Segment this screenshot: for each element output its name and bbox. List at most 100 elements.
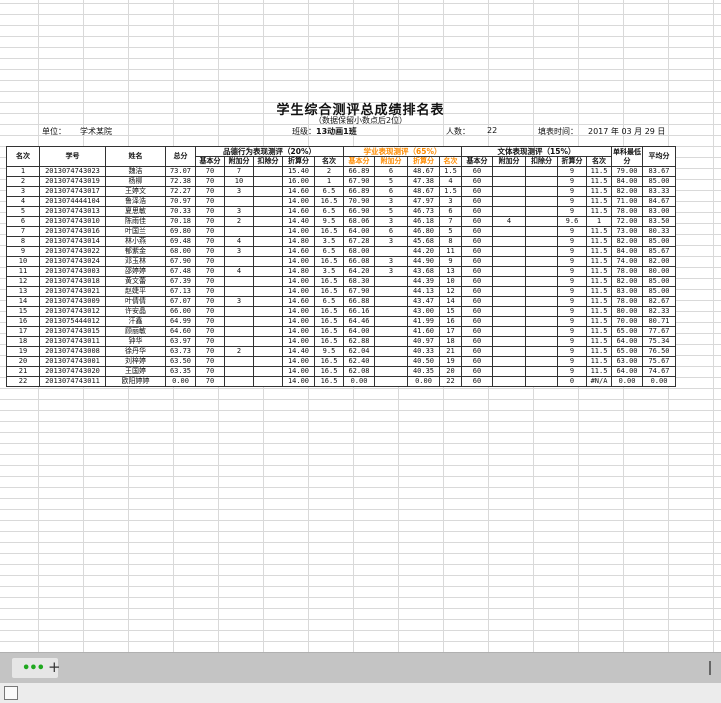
cell-study-bonus[interactable] — [374, 336, 408, 347]
cell-conduct-converted[interactable]: 14.40 — [282, 216, 315, 227]
cell-conduct-rank[interactable]: 16.5 — [314, 286, 344, 297]
cell-conduct-bonus[interactable] — [224, 276, 254, 287]
cell-sport-bonus[interactable] — [492, 246, 526, 257]
cell-average[interactable]: 84.67 — [642, 196, 676, 207]
cell-sport-base[interactable]: 60 — [461, 196, 493, 207]
cell-conduct-converted[interactable]: 14.00 — [282, 256, 315, 267]
cell-sport-base[interactable]: 60 — [461, 336, 493, 347]
cell-sport-converted[interactable]: 9 — [557, 206, 587, 217]
cell-single-low[interactable]: 82.00 — [611, 236, 643, 247]
cell-sport-deduct[interactable] — [525, 286, 558, 297]
cell-sport-deduct[interactable] — [525, 276, 558, 287]
cell-sport-base[interactable]: 60 — [461, 356, 493, 367]
cell-conduct-converted[interactable]: 14.80 — [282, 236, 315, 247]
cell-conduct-deduct[interactable] — [253, 226, 283, 237]
cell-study-base[interactable]: 67.90 — [343, 176, 375, 187]
cell-sport-base[interactable]: 60 — [461, 346, 493, 357]
cell-sport-deduct[interactable] — [525, 236, 558, 247]
cell-study-base[interactable]: 68.00 — [343, 246, 375, 257]
cell-single-low[interactable]: 84.00 — [611, 246, 643, 257]
cell-sport-base[interactable]: 60 — [461, 316, 493, 327]
cell-study-rank[interactable]: 8 — [439, 236, 462, 247]
add-sheet-button[interactable]: + — [48, 657, 61, 677]
cell-student-id[interactable]: 2013074743003 — [39, 266, 106, 277]
cell-sport-bonus[interactable] — [492, 296, 526, 307]
cell-study-bonus[interactable]: 3 — [374, 196, 408, 207]
cell-conduct-converted[interactable]: 14.00 — [282, 366, 315, 377]
cell-conduct-bonus[interactable] — [224, 226, 254, 237]
cell-study-base[interactable]: 62.04 — [343, 346, 375, 357]
cell-student-id[interactable]: 2013074743013 — [39, 206, 106, 217]
sheet-menu-icon[interactable]: ••• — [22, 661, 45, 676]
cell-study-bonus[interactable] — [374, 326, 408, 337]
cell-total[interactable]: 67.07 — [165, 296, 196, 307]
cell-conduct-deduct[interactable] — [253, 366, 283, 377]
cell-study-converted[interactable]: 43.47 — [407, 296, 440, 307]
cell-sport-converted[interactable]: 9 — [557, 346, 587, 357]
cell-conduct-bonus[interactable]: 10 — [224, 176, 254, 187]
cell-single-low[interactable]: 71.00 — [611, 196, 643, 207]
cell-conduct-rank[interactable]: 16.5 — [314, 256, 344, 267]
cell-sport-bonus[interactable] — [492, 256, 526, 267]
cell-conduct-converted[interactable]: 14.60 — [282, 296, 315, 307]
cell-sport-rank[interactable]: 11.5 — [586, 296, 612, 307]
cell-sport-bonus[interactable] — [492, 266, 526, 277]
cell-study-bonus[interactable] — [374, 356, 408, 367]
cell-sport-converted[interactable]: 9 — [557, 306, 587, 317]
cell-sport-deduct[interactable] — [525, 336, 558, 347]
cell-study-base[interactable]: 62.40 — [343, 356, 375, 367]
cell-conduct-base[interactable]: 70 — [195, 276, 225, 287]
cell-sport-base[interactable]: 60 — [461, 176, 493, 187]
cell-sport-rank[interactable]: 11.5 — [586, 236, 612, 247]
cell-conduct-base[interactable]: 70 — [195, 346, 225, 357]
cell-conduct-base[interactable]: 70 — [195, 256, 225, 267]
cell-conduct-converted[interactable]: 14.00 — [282, 376, 315, 387]
cell-total[interactable]: 67.90 — [165, 256, 196, 267]
cell-average[interactable]: 85.00 — [642, 286, 676, 297]
cell-sport-bonus[interactable] — [492, 236, 526, 247]
cell-sport-rank[interactable]: 11.5 — [586, 166, 612, 177]
cell-sport-converted[interactable]: 9 — [557, 266, 587, 277]
cell-single-low[interactable]: 84.00 — [611, 176, 643, 187]
cell-conduct-bonus[interactable]: 3 — [224, 186, 254, 197]
cell-conduct-converted[interactable]: 14.60 — [282, 186, 315, 197]
cell-sport-deduct[interactable] — [525, 186, 558, 197]
cell-student-id[interactable]: 2013074743001 — [39, 356, 106, 367]
cell-sport-rank[interactable]: 11.5 — [586, 346, 612, 357]
cell-conduct-bonus[interactable] — [224, 286, 254, 297]
cell-student-id[interactable]: 2013074743017 — [39, 186, 106, 197]
cell-conduct-bonus[interactable]: 4 — [224, 236, 254, 247]
cell-student-id[interactable]: 2013074743011 — [39, 336, 106, 347]
cell-sport-rank[interactable]: 11.5 — [586, 286, 612, 297]
cell-total[interactable]: 70.18 — [165, 216, 196, 227]
cell-single-low[interactable]: 63.00 — [611, 356, 643, 367]
cell-rank[interactable]: 21 — [6, 366, 40, 377]
cell-conduct-converted[interactable]: 14.80 — [282, 266, 315, 277]
cell-sport-bonus[interactable] — [492, 286, 526, 297]
cell-study-converted[interactable]: 46.73 — [407, 206, 440, 217]
cell-conduct-deduct[interactable] — [253, 356, 283, 367]
cell-study-converted[interactable]: 40.35 — [407, 366, 440, 377]
cell-name[interactable]: 夏思敏 — [105, 206, 166, 217]
cell-name[interactable]: 林小燕 — [105, 236, 166, 247]
cell-conduct-deduct[interactable] — [253, 236, 283, 247]
cell-conduct-rank[interactable]: 9.5 — [314, 346, 344, 357]
cell-name[interactable]: 魏洁 — [105, 166, 166, 177]
cell-student-id[interactable]: 2013074743012 — [39, 306, 106, 317]
cell-sport-bonus[interactable] — [492, 346, 526, 357]
cell-name[interactable]: 刘梓婷 — [105, 356, 166, 367]
cell-sport-rank[interactable]: 11.5 — [586, 226, 612, 237]
cell-sport-rank[interactable]: 11.5 — [586, 176, 612, 187]
cell-sport-converted[interactable]: 0 — [557, 376, 587, 387]
cell-sport-bonus[interactable] — [492, 326, 526, 337]
cell-conduct-bonus[interactable]: 3 — [224, 246, 254, 257]
cell-rank[interactable]: 2 — [6, 176, 40, 187]
cell-sport-deduct[interactable] — [525, 376, 558, 387]
cell-total[interactable]: 72.38 — [165, 176, 196, 187]
cell-total[interactable]: 63.97 — [165, 336, 196, 347]
cell-name[interactable]: 王国婷 — [105, 366, 166, 377]
cell-study-bonus[interactable] — [374, 316, 408, 327]
cell-average[interactable]: 82.67 — [642, 296, 676, 307]
cell-rank[interactable]: 17 — [6, 326, 40, 337]
cell-sport-converted[interactable]: 9 — [557, 256, 587, 267]
